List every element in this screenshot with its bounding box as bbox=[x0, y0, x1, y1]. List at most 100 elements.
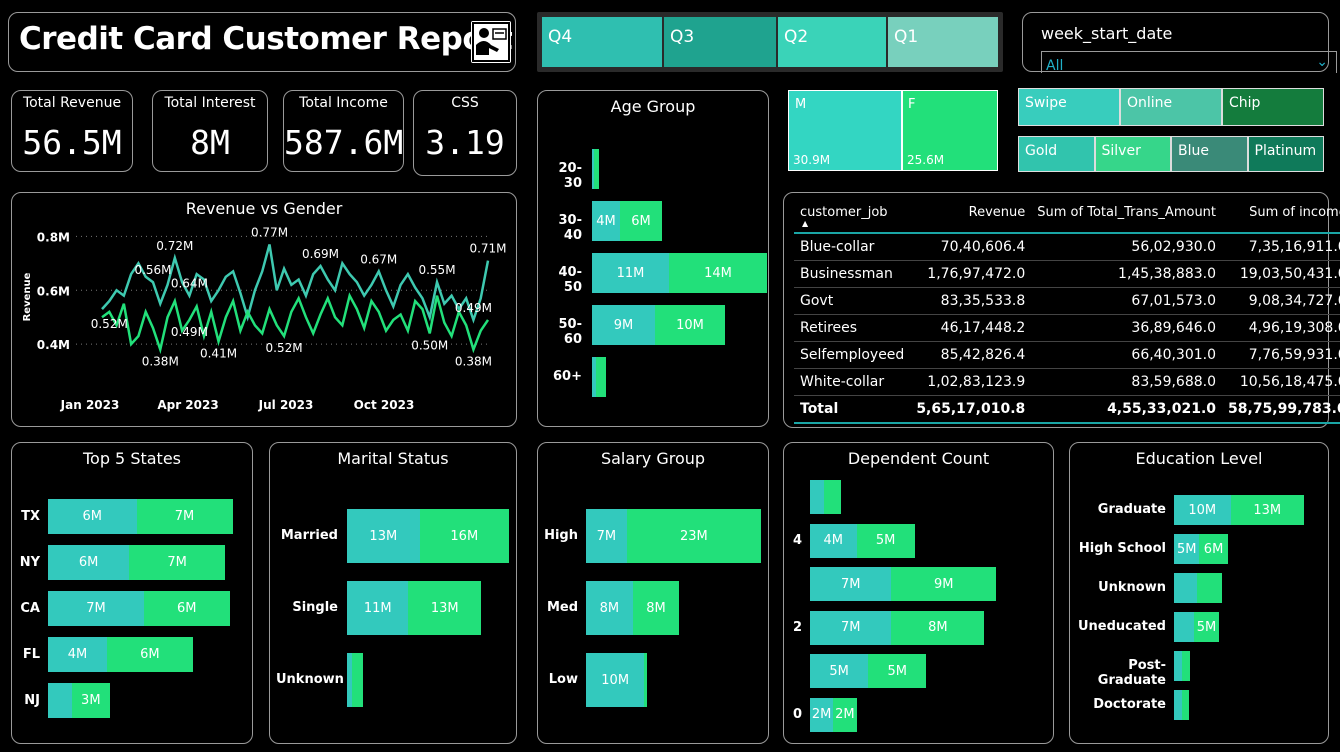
gender-tile-m[interactable]: M 30.9M bbox=[788, 90, 902, 171]
bar-row[interactable] bbox=[1174, 573, 1223, 603]
bar-segment[interactable]: 23M bbox=[626, 509, 761, 563]
bar-segment[interactable]: 2M bbox=[833, 697, 857, 732]
bar-segment[interactable] bbox=[1196, 573, 1223, 603]
bar-segment[interactable]: 9M bbox=[891, 567, 996, 601]
bar-segment[interactable] bbox=[1182, 690, 1189, 720]
bar-segment[interactable]: 4M bbox=[592, 201, 620, 241]
table-row[interactable]: White-collar 1,02,83,123.9 83,59,688.0 10,5… bbox=[794, 368, 1340, 396]
bar-segment[interactable]: 8M bbox=[632, 581, 680, 635]
bar-row[interactable]: 9M 10M bbox=[592, 305, 725, 345]
bar-segment[interactable]: 6M bbox=[48, 545, 130, 580]
bar-segment[interactable]: 5M bbox=[1174, 534, 1200, 564]
card-option-gold[interactable]: Gold bbox=[1018, 136, 1095, 172]
bar-segment[interactable]: 10M bbox=[586, 653, 645, 707]
bar-segment[interactable]: 7M bbox=[48, 591, 144, 626]
payment-option-chip[interactable]: Chip bbox=[1222, 88, 1324, 126]
bar-segment[interactable]: 6M bbox=[143, 591, 230, 626]
bar-segment[interactable] bbox=[1182, 651, 1190, 681]
bar-row[interactable]: 5M bbox=[1174, 612, 1220, 642]
bar-segment[interactable]: 13M bbox=[1230, 495, 1304, 525]
bar-segment[interactable]: 6M bbox=[620, 201, 662, 241]
bar-row[interactable] bbox=[347, 653, 364, 707]
table-row[interactable]: Govt 83,35,533.8 67,01,573.0 9,08,34,727.0 bbox=[794, 287, 1340, 315]
table-row[interactable]: Businessman 1,76,97,472.0 1,45,38,883.0 19,… bbox=[794, 260, 1340, 288]
bar-row[interactable] bbox=[592, 357, 606, 397]
quarter-button-q1[interactable]: Q1 bbox=[888, 17, 998, 67]
bar-segment[interactable] bbox=[596, 357, 606, 397]
bar-segment[interactable]: 5M bbox=[868, 654, 927, 688]
bar-row[interactable]: 7M 9M bbox=[810, 567, 996, 601]
bar-segment[interactable] bbox=[1174, 651, 1183, 681]
bar-segment[interactable]: 4M bbox=[810, 523, 857, 558]
table-header[interactable]: Sum of Total_Trans_Amount bbox=[1031, 201, 1223, 234]
bar-segment[interactable] bbox=[644, 653, 647, 707]
quarter-button-q2[interactable]: Q2 bbox=[778, 17, 886, 67]
bar-segment[interactable] bbox=[48, 683, 72, 718]
bar-row[interactable]: 6M 7M bbox=[48, 545, 226, 580]
payment-option-online[interactable]: Online bbox=[1120, 88, 1222, 126]
bar-row[interactable]: 3M bbox=[48, 683, 110, 718]
bar-segment[interactable] bbox=[352, 653, 364, 707]
bar-row[interactable]: 7M 23M bbox=[586, 509, 761, 563]
series-line-0[interactable] bbox=[101, 244, 490, 324]
quarter-button-q3[interactable]: Q3 bbox=[664, 17, 776, 67]
bar-segment[interactable]: 11M bbox=[592, 253, 669, 293]
bar-row[interactable]: 2M 2M bbox=[810, 697, 857, 732]
card-option-blue[interactable]: Blue bbox=[1171, 136, 1248, 172]
bar-segment[interactable]: 16M bbox=[419, 509, 509, 563]
bar-segment[interactable]: 11M bbox=[347, 581, 409, 635]
bar-row[interactable]: 5M 6M bbox=[1174, 534, 1228, 564]
week-dropdown[interactable]: All ⌄ bbox=[1041, 51, 1337, 74]
bar-segment[interactable]: 3M bbox=[71, 683, 110, 718]
payment-option-swipe[interactable]: Swipe bbox=[1018, 88, 1120, 126]
bar-segment[interactable]: 8M bbox=[891, 610, 985, 645]
bar-segment[interactable]: 2M bbox=[810, 697, 834, 732]
bar-row[interactable]: 5M 5M bbox=[810, 654, 927, 688]
bar-segment[interactable]: 7M bbox=[810, 567, 892, 601]
bar-segment[interactable]: 7M bbox=[810, 610, 892, 645]
bar-row[interactable]: 11M 13M bbox=[347, 581, 482, 635]
bar-segment[interactable]: 10M bbox=[655, 305, 725, 345]
bar-segment[interactable]: 6M bbox=[48, 499, 137, 534]
bar-row[interactable]: 13M 16M bbox=[347, 509, 509, 563]
bar-segment[interactable]: 7M bbox=[129, 545, 226, 580]
bar-segment[interactable]: 6M bbox=[107, 637, 193, 672]
bar-segment[interactable]: 7M bbox=[586, 509, 627, 563]
quarter-button-q4[interactable]: Q4 bbox=[542, 17, 662, 67]
table-row[interactable]: Blue-collar 70,40,606.4 56,02,930.0 7,35,16… bbox=[794, 233, 1340, 261]
card-option-silver[interactable]: Silver bbox=[1094, 136, 1171, 172]
bar-segment[interactable]: 8M bbox=[586, 581, 633, 635]
bar-segment[interactable] bbox=[594, 149, 599, 189]
bar-segment[interactable]: 4M bbox=[48, 637, 108, 672]
bar-segment[interactable]: 7M bbox=[136, 499, 233, 534]
bar-row[interactable] bbox=[1174, 690, 1189, 720]
bar-row[interactable]: 7M 6M bbox=[48, 591, 230, 626]
bar-row[interactable]: 4M 6M bbox=[48, 637, 193, 672]
bar-row[interactable]: 10M bbox=[586, 653, 647, 707]
bar-segment[interactable]: 9M bbox=[592, 305, 655, 345]
bar-segment[interactable]: 5M bbox=[1193, 612, 1220, 642]
bar-segment[interactable] bbox=[1174, 612, 1194, 642]
bar-segment[interactable]: 5M bbox=[856, 523, 915, 558]
bar-segment[interactable]: 13M bbox=[347, 509, 420, 563]
table-row[interactable]: Retirees 46,17,448.2 36,89,646.0 4,96,19,30… bbox=[794, 314, 1340, 342]
bar-row[interactable]: 7M 8M bbox=[810, 610, 985, 645]
table-header[interactable]: customer_job ▲ bbox=[794, 201, 911, 234]
bar-segment[interactable] bbox=[1174, 690, 1183, 720]
card-option-platinum[interactable]: Platinum bbox=[1247, 136, 1324, 172]
bar-segment[interactable]: 5M bbox=[810, 654, 869, 688]
bar-row[interactable]: 6M 7M bbox=[48, 499, 233, 534]
bar-segment[interactable]: 13M bbox=[408, 581, 482, 635]
bar-segment[interactable] bbox=[1174, 573, 1197, 603]
bar-row[interactable]: 11M 14M bbox=[592, 253, 767, 293]
bar-segment[interactable]: 10M bbox=[1174, 495, 1231, 525]
bar-row[interactable] bbox=[810, 480, 842, 514]
table-header[interactable]: Revenue bbox=[910, 201, 1032, 234]
bar-row[interactable]: 10M 13M bbox=[1174, 495, 1304, 525]
bar-segment[interactable]: 6M bbox=[1199, 534, 1228, 564]
bar-row[interactable]: 4M 5M bbox=[810, 523, 915, 558]
bar-segment[interactable] bbox=[823, 480, 842, 514]
table-row[interactable]: Selfemployeed 85,42,826.4 66,40,301.0 7,76,… bbox=[794, 341, 1340, 369]
bar-row[interactable] bbox=[1174, 651, 1190, 681]
gender-tile-f[interactable]: F 25.6M bbox=[902, 90, 998, 171]
